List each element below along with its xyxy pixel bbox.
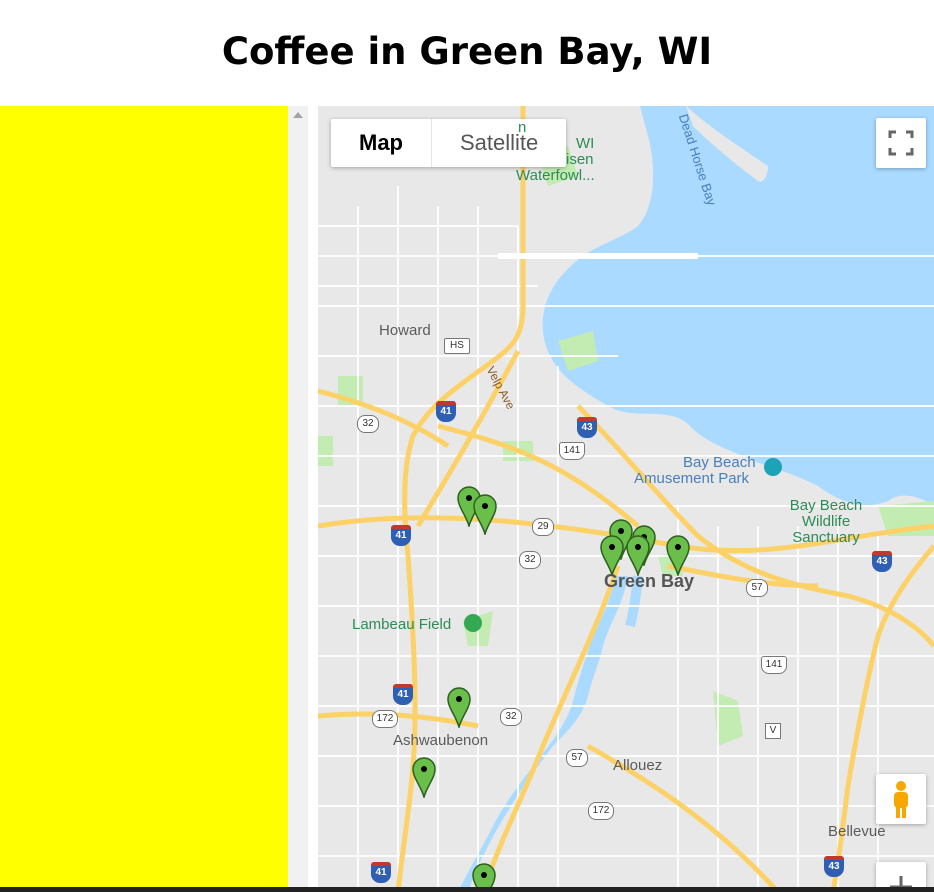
waterfowl-label-4: Waterfowl... [516, 167, 595, 184]
amusement-park-label-1: Bay Beach [683, 454, 756, 471]
fullscreen-button[interactable] [876, 118, 926, 168]
hs-shield: HS [444, 338, 470, 354]
interstate-43-shield-b: 43 [872, 551, 892, 572]
divider [308, 106, 318, 892]
pegman-icon [894, 781, 908, 818]
state-32-shield-c: 32 [500, 708, 522, 726]
amusement-park-icon [764, 458, 782, 476]
interstate-41-shield-d: 41 [371, 862, 391, 883]
map-canvas[interactable]: Map Satellite n WI isen Waterfowl... Dea… [318, 106, 934, 892]
sanctuary-label-1: Bay Beach [789, 497, 863, 514]
bellevue-label: Bellevue [828, 823, 886, 840]
state-29-shield: 29 [532, 518, 554, 536]
map-type-control[interactable]: Map Satellite [331, 119, 567, 167]
state-32-shield-a: 32 [357, 415, 379, 433]
fullscreen-icon [888, 130, 914, 156]
waterfowl-label-2: WI [576, 135, 595, 152]
map-marker-icon[interactable] [625, 534, 651, 576]
interstate-41-shield-b: 41 [391, 525, 411, 546]
map-marker-icon[interactable] [472, 493, 498, 535]
state-172-shield-b: 172 [588, 802, 614, 820]
stadium-icon [464, 614, 482, 632]
us-141-shield-b: 141 [761, 656, 787, 674]
amusement-park-label-2: Amusement Park [634, 470, 750, 487]
interstate-41-shield-c: 41 [393, 684, 413, 705]
page-title: Coffee in Green Bay, WI [221, 30, 713, 73]
sidebar-panel [0, 106, 288, 892]
map-marker-icon[interactable] [665, 534, 691, 576]
state-57-shield-a: 57 [746, 579, 768, 597]
ashwaubenon-label: Ashwaubenon [393, 732, 489, 749]
lambeau-field-label: Lambeau Field [352, 616, 452, 633]
interstate-41-shield-a: 41 [436, 401, 456, 422]
scroll-up-arrow-icon[interactable] [293, 112, 303, 118]
scrollbar[interactable] [288, 106, 308, 892]
map-marker-icon[interactable] [599, 534, 625, 576]
howard-label: Howard [379, 322, 431, 339]
sanctuary-label-2: Wildlife [801, 513, 851, 530]
waterfowl-label-3: isen [566, 151, 594, 168]
state-172-shield-a: 172 [372, 710, 398, 728]
county-v-shield: V [765, 723, 781, 739]
interstate-43-shield-c: 43 [824, 856, 844, 877]
sanctuary-label-3: Sanctuary [792, 529, 860, 546]
us-141-shield-a: 141 [559, 442, 585, 460]
state-57-shield-b: 57 [566, 749, 588, 767]
map-marker-icon[interactable] [446, 686, 472, 728]
state-32-shield-b: 32 [519, 551, 541, 569]
waterfowl-label-1: n [518, 119, 527, 136]
bottom-bar [0, 887, 934, 892]
allouez-label: Allouez [613, 757, 663, 774]
map-type-map-button[interactable]: Map [331, 119, 432, 167]
map-marker-icon[interactable] [411, 756, 437, 798]
map-type-satellite-button[interactable]: Satellite [432, 119, 566, 167]
interstate-43-shield-a: 43 [577, 417, 597, 438]
street-view-button[interactable] [876, 774, 926, 824]
scroll-thumb[interactable] [292, 128, 304, 888]
